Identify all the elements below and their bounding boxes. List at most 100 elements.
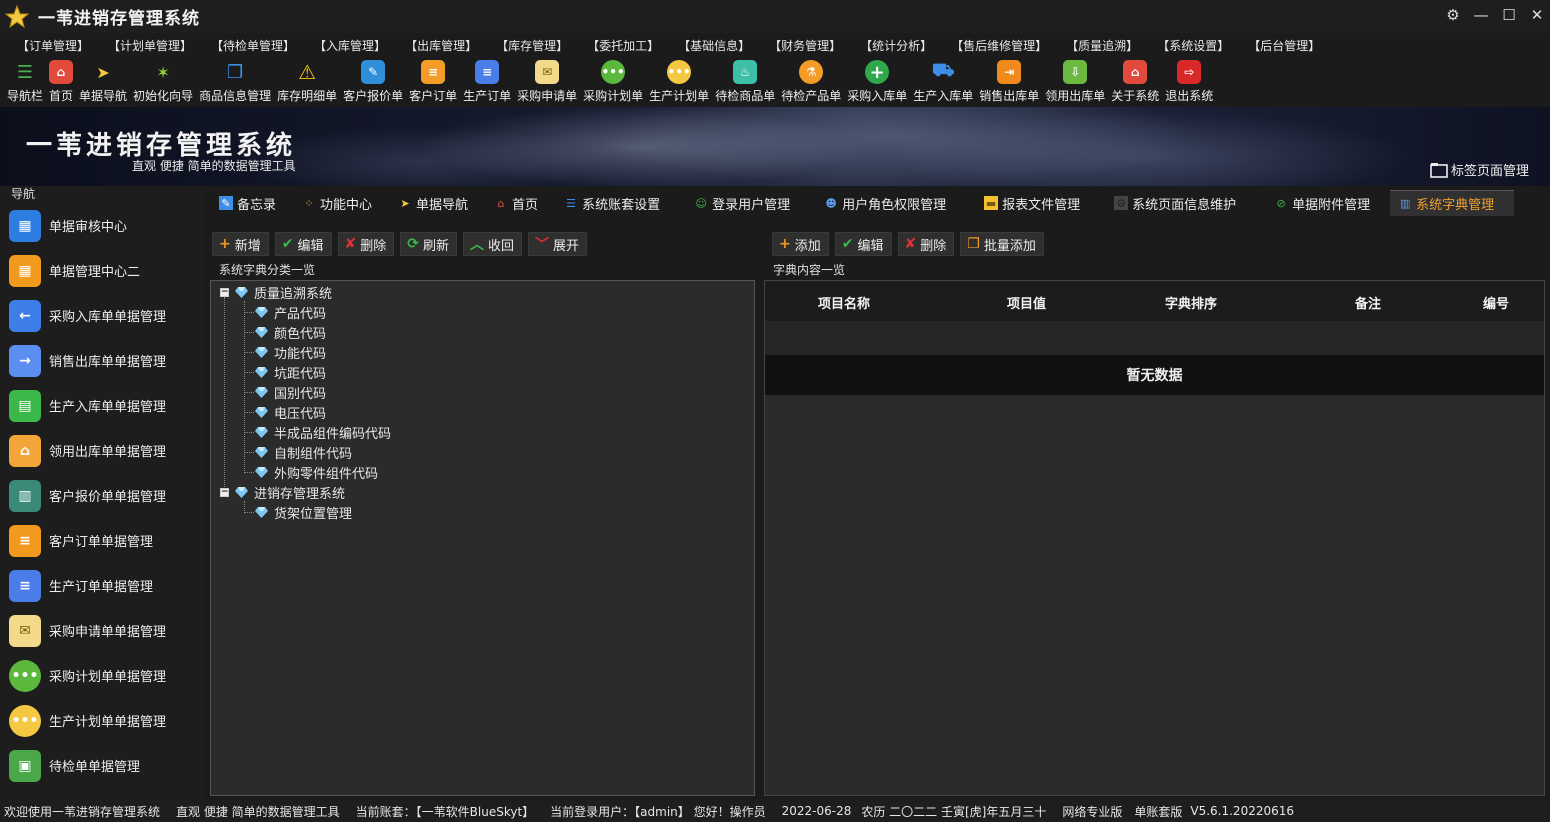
column-header[interactable]: 项目名称 xyxy=(818,293,870,312)
minimize-icon[interactable]: — xyxy=(1468,0,1494,30)
expand-button[interactable]: ﹀ 展开 xyxy=(528,232,588,256)
toolbar-purchase-request-button[interactable]: ✉ 采购申请单 xyxy=(514,57,580,104)
tree-leaf[interactable]: 半成品组件编码代码 xyxy=(255,422,391,442)
delete-entry-button[interactable]: ✘ 删除 xyxy=(897,232,955,256)
sidebar-item-issue-out[interactable]: ⌂ 领用出库单单据管理 xyxy=(0,428,204,473)
sidebar-item-customer-order[interactable]: ≡ 客户订单单据管理 xyxy=(0,518,204,563)
toolbar-stock-detail-button[interactable]: ⚠ 库存明细单 xyxy=(274,57,340,104)
collapse-toggle-icon[interactable]: − xyxy=(220,487,229,497)
toolbar-exit-button[interactable]: ⇨ 退出系统 xyxy=(1162,57,1216,104)
toolbar-issue-out-button[interactable]: ⇩ 领用出库单 xyxy=(1042,57,1108,104)
tree-leaf[interactable]: 外购零件组件代码 xyxy=(255,462,378,482)
tag-manager-button[interactable]: 标签页面管理 xyxy=(1430,160,1529,179)
column-header[interactable]: 备注 xyxy=(1355,293,1381,312)
books-icon: ▥ xyxy=(9,479,41,512)
sidebar-item-production-plan[interactable]: ••• 生产计划单单据管理 xyxy=(0,698,204,743)
menu-item[interactable]: 【后台管理】 xyxy=(1239,37,1330,54)
menu-item[interactable]: 【质量追溯】 xyxy=(1057,37,1148,54)
toolbar-pending-product-button[interactable]: ⚗ 待检产品单 xyxy=(778,57,844,104)
column-header[interactable]: 字典排序 xyxy=(1165,293,1217,312)
toolbar-home-button[interactable]: ⌂ 首页 xyxy=(46,57,76,104)
sidebar-item-sales-out[interactable]: → 销售出库单单据管理 xyxy=(0,338,204,383)
tree-node[interactable]: − 进销存管理系统 xyxy=(220,482,345,502)
sidebar-item-audit-center[interactable]: ▦ 单据审核中心 xyxy=(0,203,204,248)
left-button-bar: + 新增 ✔ 编辑 ✘ 删除 ⟳ 刷新 ︿ 收回 ﹀ 展开 xyxy=(212,232,593,256)
tab-function-center[interactable]: ⁘ 功能中心 xyxy=(294,190,380,216)
toolbar-production-order-button[interactable]: ≡ 生产订单 xyxy=(460,57,514,104)
menu-item[interactable]: 【待检单管理】 xyxy=(202,37,305,54)
toolbar-product-info-button[interactable]: ❒ 商品信息管理 xyxy=(196,57,274,104)
tree-leaf[interactable]: 货架位置管理 xyxy=(255,502,352,522)
tab-role-permissions[interactable]: ☻ 用户角色权限管理 xyxy=(816,190,954,216)
menu-item[interactable]: 【财务管理】 xyxy=(760,37,851,54)
settings-icon[interactable]: ⚙ xyxy=(1440,0,1466,30)
toolbar-init-wizard-button[interactable]: ✶ 初始化向导 xyxy=(130,57,196,104)
sidebar-item-production-in[interactable]: ▤ 生产入库单单据管理 xyxy=(0,383,204,428)
tree-leaf[interactable]: 颜色代码 xyxy=(255,322,326,342)
batch-add-button[interactable]: ❐ 批量添加 xyxy=(960,232,1044,256)
toolbar-doc-nav-button[interactable]: ➤ 单据导航 xyxy=(76,57,130,104)
tree-node[interactable]: − 质量追溯系统 xyxy=(220,282,332,302)
collapse-toggle-icon[interactable]: − xyxy=(220,287,229,297)
toolbar-pending-goods-button[interactable]: ♨ 待检商品单 xyxy=(712,57,778,104)
tree-leaf[interactable]: 坑距代码 xyxy=(255,362,326,382)
tab-account-settings[interactable]: ☰ 系统账套设置 xyxy=(556,190,668,216)
add-entry-button[interactable]: + 添加 xyxy=(772,232,829,256)
tab-attachments[interactable]: ⊘ 单据附件管理 xyxy=(1266,190,1378,216)
toolbar-nav-button[interactable]: ☰ 导航栏 xyxy=(4,57,46,104)
add-button[interactable]: + 新增 xyxy=(212,232,269,256)
house-red-icon: ⌂ xyxy=(1123,60,1148,84)
clipboard-green-icon: ▣ xyxy=(9,749,41,782)
maximize-icon[interactable]: ☐ xyxy=(1496,0,1522,30)
menu-item[interactable]: 【委托加工】 xyxy=(578,37,669,54)
status-slogan: 直观 便捷 简单的数据管理工具 xyxy=(176,804,340,819)
tree-leaf[interactable]: 电压代码 xyxy=(255,402,326,422)
delete-button[interactable]: ✘ 删除 xyxy=(337,232,395,256)
column-header[interactable]: 项目值 xyxy=(1007,293,1046,312)
tab-memo[interactable]: ✎ 备忘录 xyxy=(211,190,284,216)
menu-item[interactable]: 【计划单管理】 xyxy=(99,37,202,54)
tab-page-info[interactable]: ⚙ 系统页面信息维护 xyxy=(1106,190,1244,216)
menu-item[interactable]: 【入库管理】 xyxy=(305,37,396,54)
toolbar-customer-order-button[interactable]: ≡ 客户订单 xyxy=(406,57,460,104)
sidebar-item-purchase-plan[interactable]: ••• 采购计划单单据管理 xyxy=(0,653,204,698)
sidebar-item-doc-center-2[interactable]: ▦ 单据管理中心二 xyxy=(0,248,204,293)
menu-item[interactable]: 【基础信息】 xyxy=(669,37,760,54)
menu-item[interactable]: 【统计分析】 xyxy=(851,37,942,54)
sidebar-item-production-order[interactable]: ≡ 生产订单单据管理 xyxy=(0,563,204,608)
close-icon[interactable]: ✕ xyxy=(1524,0,1550,30)
tab-dictionary[interactable]: ▥ 系统字典管理 xyxy=(1390,190,1515,216)
column-header[interactable]: 编号 xyxy=(1483,293,1509,312)
toolbar-sales-out-button[interactable]: ⇥ 销售出库单 xyxy=(976,57,1042,104)
edit-button[interactable]: ✔ 编辑 xyxy=(274,232,332,256)
tab-login-users[interactable]: ☺ 登录用户管理 xyxy=(686,190,798,216)
tab-home[interactable]: ⌂ 首页 xyxy=(486,190,546,216)
beaker-icon: ⚗ xyxy=(799,60,824,84)
collapse-button[interactable]: ︿ 收回 xyxy=(463,232,523,256)
tree-leaf[interactable]: 产品代码 xyxy=(255,302,326,322)
refresh-button[interactable]: ⟳ 刷新 xyxy=(400,232,457,256)
edit-entry-button[interactable]: ✔ 编辑 xyxy=(834,232,892,256)
menu-item[interactable]: 【售后维修管理】 xyxy=(942,37,1057,54)
menu-item[interactable]: 【订单管理】 xyxy=(8,37,99,54)
sidebar-item-customer-quote[interactable]: ▥ 客户报价单单据管理 xyxy=(0,473,204,518)
toolbar-quote-button[interactable]: ✎ 客户报价单 xyxy=(340,57,406,104)
menu-item[interactable]: 【库存管理】 xyxy=(487,37,578,54)
menu-item[interactable]: 【系统设置】 xyxy=(1148,37,1239,54)
tree-leaf[interactable]: 功能代码 xyxy=(255,342,326,362)
toolbar-purchase-plan-button[interactable]: ••• 采购计划单 xyxy=(580,57,646,104)
toolbar-purchase-in-button[interactable]: + 采购入库单 xyxy=(844,57,910,104)
toolbar-production-in-button[interactable]: ⛟ 生产入库单 xyxy=(910,57,976,104)
sidebar-item-purchase-in[interactable]: ← 采购入库单单据管理 xyxy=(0,293,204,338)
sidebar-item-purchase-request[interactable]: ✉ 采购申请单单据管理 xyxy=(0,608,204,653)
diamond-icon xyxy=(255,446,268,458)
toolbar-production-plan-button[interactable]: ••• 生产计划单 xyxy=(646,57,712,104)
sidebar-item-inspection[interactable]: ▣ 待检单单据管理 xyxy=(0,743,204,788)
tab-doc-nav[interactable]: ➤ 单据导航 xyxy=(390,190,476,216)
menu-item[interactable]: 【出库管理】 xyxy=(396,37,487,54)
tree-leaf[interactable]: 国别代码 xyxy=(255,382,326,402)
tree-leaf[interactable]: 自制组件代码 xyxy=(255,442,352,462)
table-row[interactable] xyxy=(765,321,1544,355)
tab-report-files[interactable]: ▬ 报表文件管理 xyxy=(976,190,1088,216)
toolbar-about-button[interactable]: ⌂ 关于系统 xyxy=(1108,57,1162,104)
